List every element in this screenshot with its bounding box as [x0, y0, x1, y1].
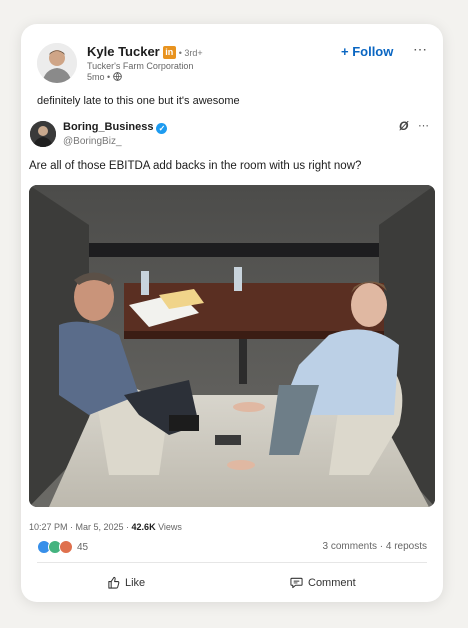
verified-icon: ✓	[156, 123, 168, 134]
views-label: Views	[155, 522, 182, 532]
tweet-author-name[interactable]: Boring_Business ✓	[63, 121, 168, 134]
post-card: Kyle Tucker in • 3rd+ Tucker's Farm Corpor…	[21, 24, 443, 602]
author-avatar[interactable]	[37, 43, 77, 83]
interrogation-room-photo	[29, 185, 435, 507]
globe-icon	[112, 72, 122, 81]
comments-reposts-count[interactable]: 3 comments · 4 reposts	[323, 541, 427, 552]
grok-icon[interactable]: Ø	[399, 119, 408, 133]
comment-button[interactable]: Comment	[290, 576, 356, 589]
author-name[interactable]: Kyle Tucker in • 3rd+	[87, 44, 203, 59]
like-label: Like	[125, 576, 146, 589]
linkedin-badge-icon: in	[162, 46, 176, 59]
follow-button[interactable]: + Follow	[341, 44, 393, 59]
tweet-author-name-text: Boring_Business	[63, 121, 154, 133]
post-time: 5mo •	[87, 72, 122, 82]
tweet-author-handle: @BoringBiz_	[63, 136, 122, 147]
tweet-text: Are all of those EBITDA add backs in the…	[29, 160, 362, 172]
reactions-summary[interactable]: 45	[37, 540, 88, 554]
author-photo	[37, 43, 77, 83]
tweet-timestamp: 10:27 PM · Mar 5, 2025 ·	[29, 522, 132, 532]
author-name-text: Kyle Tucker	[87, 44, 160, 59]
connection-degree: • 3rd+	[178, 48, 203, 58]
tweet-more-icon[interactable]: ⋯	[418, 119, 429, 132]
like-button[interactable]: Like	[107, 576, 145, 589]
tweet-author-avatar[interactable]	[30, 121, 56, 147]
comment-label: Comment	[308, 576, 356, 589]
more-options-icon[interactable]: ⋯	[413, 41, 428, 58]
post-time-text: 5mo •	[87, 72, 111, 82]
tweet-image[interactable]	[29, 185, 435, 507]
tweet-author-photo	[30, 121, 56, 147]
thumbs-up-icon	[108, 576, 120, 589]
views-count: 42.6K	[131, 522, 156, 532]
comment-icon	[290, 577, 303, 589]
divider	[37, 562, 427, 563]
tweet-meta: 10:27 PM · Mar 5, 2025 · 42.6K Views	[29, 522, 182, 532]
love-reaction-icon	[59, 540, 73, 554]
reaction-count: 45	[77, 541, 89, 553]
author-headline: Tucker's Farm Corporation	[87, 61, 194, 71]
post-commentary: definitely late to this one but it's awe…	[37, 95, 240, 107]
